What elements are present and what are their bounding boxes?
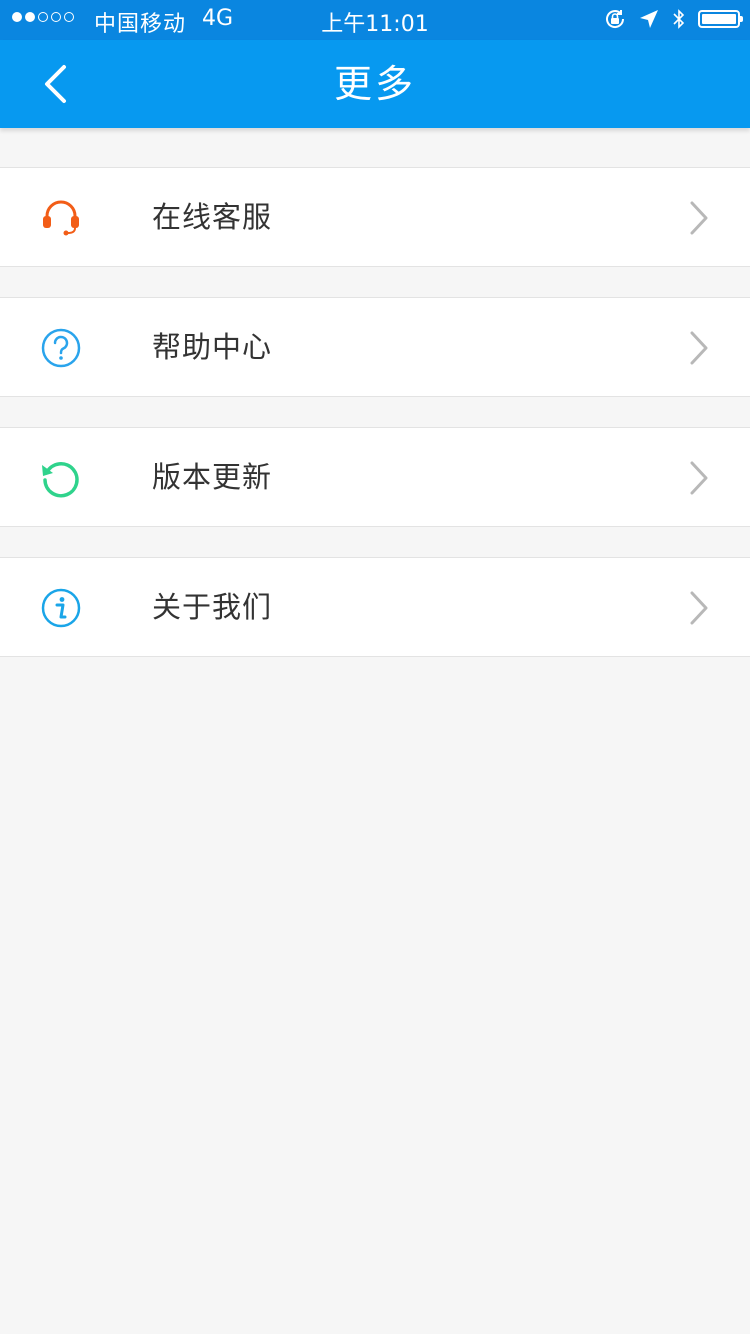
chevron-right-icon — [690, 591, 708, 625]
question-circle-icon — [41, 328, 81, 368]
page-title: 更多 — [333, 62, 416, 106]
menu-item-about-us[interactable]: 关于我们 — [0, 557, 750, 657]
chevron-right-icon — [690, 461, 708, 495]
chevron-right-icon — [690, 201, 708, 235]
chevron-right-icon — [690, 331, 708, 365]
menu-item-label: 帮助中心 — [152, 330, 273, 364]
menu-item-label: 版本更新 — [152, 460, 273, 494]
menu-item-version-update[interactable]: 版本更新 — [0, 427, 750, 527]
menu-item-label: 关于我们 — [152, 590, 273, 624]
orientation-lock-icon — [606, 10, 625, 28]
menu-item-label: 在线客服 — [152, 200, 273, 234]
bluetooth-icon — [673, 9, 685, 29]
refresh-icon — [42, 462, 79, 498]
battery-icon — [698, 10, 743, 28]
menu-item-help-center[interactable]: 帮助中心 — [0, 297, 750, 397]
status-bar: 中国移动 4G 上午11:01 — [0, 0, 750, 40]
info-circle-icon — [41, 588, 81, 628]
location-arrow-icon — [640, 10, 658, 28]
nav-bar: 更多 — [0, 40, 750, 128]
status-icons — [604, 8, 743, 30]
menu-item-online-service[interactable]: 在线客服 — [0, 167, 750, 267]
headset-icon — [43, 200, 79, 236]
